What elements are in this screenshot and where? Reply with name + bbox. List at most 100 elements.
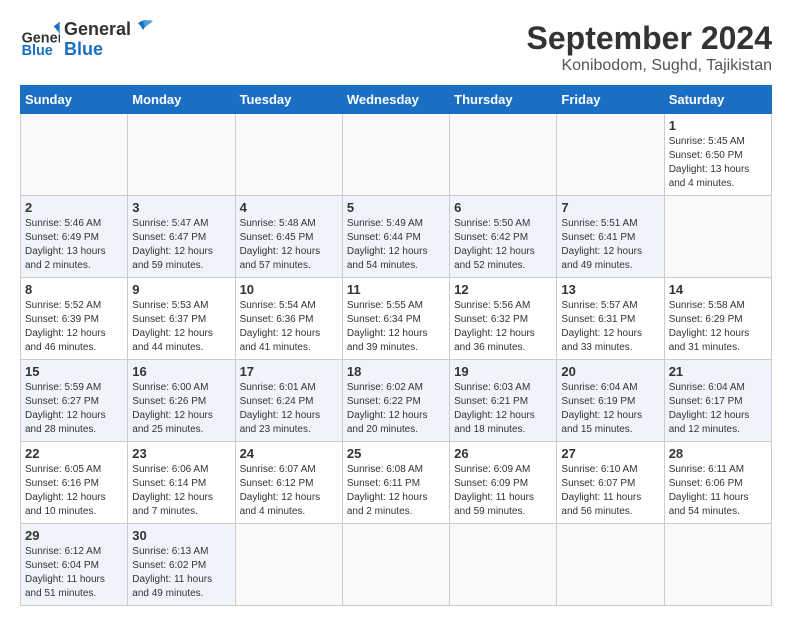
calendar-cell: 30 Sunrise: 6:13 AMSunset: 6:02 PMDaylig…	[128, 524, 235, 606]
logo-blue-text: Blue	[64, 40, 131, 60]
calendar-cell: 12 Sunrise: 5:56 AMSunset: 6:32 PMDaylig…	[450, 278, 557, 360]
day-number: 3	[132, 200, 230, 215]
col-header-wednesday: Wednesday	[342, 86, 449, 114]
col-header-tuesday: Tuesday	[235, 86, 342, 114]
day-number: 29	[25, 528, 123, 543]
day-info: Sunrise: 6:08 AMSunset: 6:11 PMDaylight:…	[347, 463, 445, 519]
calendar-cell: 23 Sunrise: 6:06 AMSunset: 6:14 PMDaylig…	[128, 442, 235, 524]
day-info: Sunrise: 6:10 AMSunset: 6:07 PMDaylight:…	[561, 463, 659, 519]
day-number: 18	[347, 364, 445, 379]
col-header-monday: Monday	[128, 86, 235, 114]
calendar-cell	[21, 114, 128, 196]
day-number: 5	[347, 200, 445, 215]
day-number: 30	[132, 528, 230, 543]
calendar-cell: 22 Sunrise: 6:05 AMSunset: 6:16 PMDaylig…	[21, 442, 128, 524]
calendar-cell: 17 Sunrise: 6:01 AMSunset: 6:24 PMDaylig…	[235, 360, 342, 442]
day-number: 16	[132, 364, 230, 379]
month-title: September 2024	[527, 20, 772, 57]
day-info: Sunrise: 5:58 AMSunset: 6:29 PMDaylight:…	[669, 299, 767, 355]
day-number: 25	[347, 446, 445, 461]
calendar-cell	[557, 524, 664, 606]
day-info: Sunrise: 5:50 AMSunset: 6:42 PMDaylight:…	[454, 217, 552, 273]
logo-text: General Blue	[64, 20, 131, 60]
day-info: Sunrise: 6:03 AMSunset: 6:21 PMDaylight:…	[454, 381, 552, 437]
day-number: 23	[132, 446, 230, 461]
svg-text:Blue: Blue	[22, 43, 53, 59]
calendar-cell	[450, 114, 557, 196]
day-info: Sunrise: 5:55 AMSunset: 6:34 PMDaylight:…	[347, 299, 445, 355]
week-row-0: 1 Sunrise: 5:45 AMSunset: 6:50 PMDayligh…	[21, 114, 772, 196]
calendar-header: SundayMondayTuesdayWednesdayThursdayFrid…	[21, 86, 772, 114]
calendar-cell: 20 Sunrise: 6:04 AMSunset: 6:19 PMDaylig…	[557, 360, 664, 442]
day-number: 14	[669, 282, 767, 297]
calendar-cell: 18 Sunrise: 6:02 AMSunset: 6:22 PMDaylig…	[342, 360, 449, 442]
day-number: 19	[454, 364, 552, 379]
day-info: Sunrise: 6:09 AMSunset: 6:09 PMDaylight:…	[454, 463, 552, 519]
logo: General Blue General Blue	[20, 20, 153, 60]
calendar-cell: 6 Sunrise: 5:50 AMSunset: 6:42 PMDayligh…	[450, 196, 557, 278]
calendar-cell: 26 Sunrise: 6:09 AMSunset: 6:09 PMDaylig…	[450, 442, 557, 524]
day-info: Sunrise: 5:54 AMSunset: 6:36 PMDaylight:…	[240, 299, 338, 355]
day-number: 24	[240, 446, 338, 461]
calendar-table: SundayMondayTuesdayWednesdayThursdayFrid…	[20, 85, 772, 606]
day-info: Sunrise: 6:07 AMSunset: 6:12 PMDaylight:…	[240, 463, 338, 519]
day-number: 4	[240, 200, 338, 215]
day-info: Sunrise: 5:51 AMSunset: 6:41 PMDaylight:…	[561, 217, 659, 273]
day-info: Sunrise: 6:13 AMSunset: 6:02 PMDaylight:…	[132, 545, 230, 601]
day-info: Sunrise: 6:04 AMSunset: 6:17 PMDaylight:…	[669, 381, 767, 437]
calendar-cell: 27 Sunrise: 6:10 AMSunset: 6:07 PMDaylig…	[557, 442, 664, 524]
day-info: Sunrise: 6:05 AMSunset: 6:16 PMDaylight:…	[25, 463, 123, 519]
calendar-cell: 9 Sunrise: 5:53 AMSunset: 6:37 PMDayligh…	[128, 278, 235, 360]
day-info: Sunrise: 5:46 AMSunset: 6:49 PMDaylight:…	[25, 217, 123, 273]
col-header-saturday: Saturday	[664, 86, 771, 114]
calendar-cell: 8 Sunrise: 5:52 AMSunset: 6:39 PMDayligh…	[21, 278, 128, 360]
day-number: 26	[454, 446, 552, 461]
day-number: 12	[454, 282, 552, 297]
calendar-cell	[128, 114, 235, 196]
day-info: Sunrise: 6:00 AMSunset: 6:26 PMDaylight:…	[132, 381, 230, 437]
calendar-cell: 1 Sunrise: 5:45 AMSunset: 6:50 PMDayligh…	[664, 114, 771, 196]
calendar-cell: 13 Sunrise: 5:57 AMSunset: 6:31 PMDaylig…	[557, 278, 664, 360]
day-info: Sunrise: 6:12 AMSunset: 6:04 PMDaylight:…	[25, 545, 123, 601]
week-row-1: 2 Sunrise: 5:46 AMSunset: 6:49 PMDayligh…	[21, 196, 772, 278]
calendar-body: 1 Sunrise: 5:45 AMSunset: 6:50 PMDayligh…	[21, 114, 772, 606]
day-info: Sunrise: 5:48 AMSunset: 6:45 PMDaylight:…	[240, 217, 338, 273]
col-header-sunday: Sunday	[21, 86, 128, 114]
day-info: Sunrise: 5:49 AMSunset: 6:44 PMDaylight:…	[347, 217, 445, 273]
day-number: 15	[25, 364, 123, 379]
day-number: 22	[25, 446, 123, 461]
col-header-friday: Friday	[557, 86, 664, 114]
calendar-cell: 19 Sunrise: 6:03 AMSunset: 6:21 PMDaylig…	[450, 360, 557, 442]
week-row-3: 15 Sunrise: 5:59 AMSunset: 6:27 PMDaylig…	[21, 360, 772, 442]
calendar-cell: 29 Sunrise: 6:12 AMSunset: 6:04 PMDaylig…	[21, 524, 128, 606]
day-number: 17	[240, 364, 338, 379]
day-number: 1	[669, 118, 767, 133]
day-number: 9	[132, 282, 230, 297]
day-info: Sunrise: 5:56 AMSunset: 6:32 PMDaylight:…	[454, 299, 552, 355]
calendar-cell	[342, 114, 449, 196]
calendar-cell	[664, 196, 771, 278]
calendar-cell: 16 Sunrise: 6:00 AMSunset: 6:26 PMDaylig…	[128, 360, 235, 442]
calendar-cell: 10 Sunrise: 5:54 AMSunset: 6:36 PMDaylig…	[235, 278, 342, 360]
day-number: 20	[561, 364, 659, 379]
day-number: 6	[454, 200, 552, 215]
page-header: General Blue General Blue September 2024…	[20, 20, 772, 75]
day-number: 7	[561, 200, 659, 215]
week-row-2: 8 Sunrise: 5:52 AMSunset: 6:39 PMDayligh…	[21, 278, 772, 360]
header-row: SundayMondayTuesdayWednesdayThursdayFrid…	[21, 86, 772, 114]
day-number: 11	[347, 282, 445, 297]
calendar-cell: 5 Sunrise: 5:49 AMSunset: 6:44 PMDayligh…	[342, 196, 449, 278]
calendar-cell	[664, 524, 771, 606]
day-info: Sunrise: 5:45 AMSunset: 6:50 PMDaylight:…	[669, 135, 767, 191]
calendar-cell: 24 Sunrise: 6:07 AMSunset: 6:12 PMDaylig…	[235, 442, 342, 524]
calendar-cell: 14 Sunrise: 5:58 AMSunset: 6:29 PMDaylig…	[664, 278, 771, 360]
day-info: Sunrise: 5:52 AMSunset: 6:39 PMDaylight:…	[25, 299, 123, 355]
calendar-cell: 2 Sunrise: 5:46 AMSunset: 6:49 PMDayligh…	[21, 196, 128, 278]
location-title: Konibodom, Sughd, Tajikistan	[527, 57, 772, 75]
day-info: Sunrise: 6:02 AMSunset: 6:22 PMDaylight:…	[347, 381, 445, 437]
week-row-5: 29 Sunrise: 6:12 AMSunset: 6:04 PMDaylig…	[21, 524, 772, 606]
calendar-cell: 21 Sunrise: 6:04 AMSunset: 6:17 PMDaylig…	[664, 360, 771, 442]
calendar-cell: 15 Sunrise: 5:59 AMSunset: 6:27 PMDaylig…	[21, 360, 128, 442]
calendar-cell	[557, 114, 664, 196]
day-number: 10	[240, 282, 338, 297]
